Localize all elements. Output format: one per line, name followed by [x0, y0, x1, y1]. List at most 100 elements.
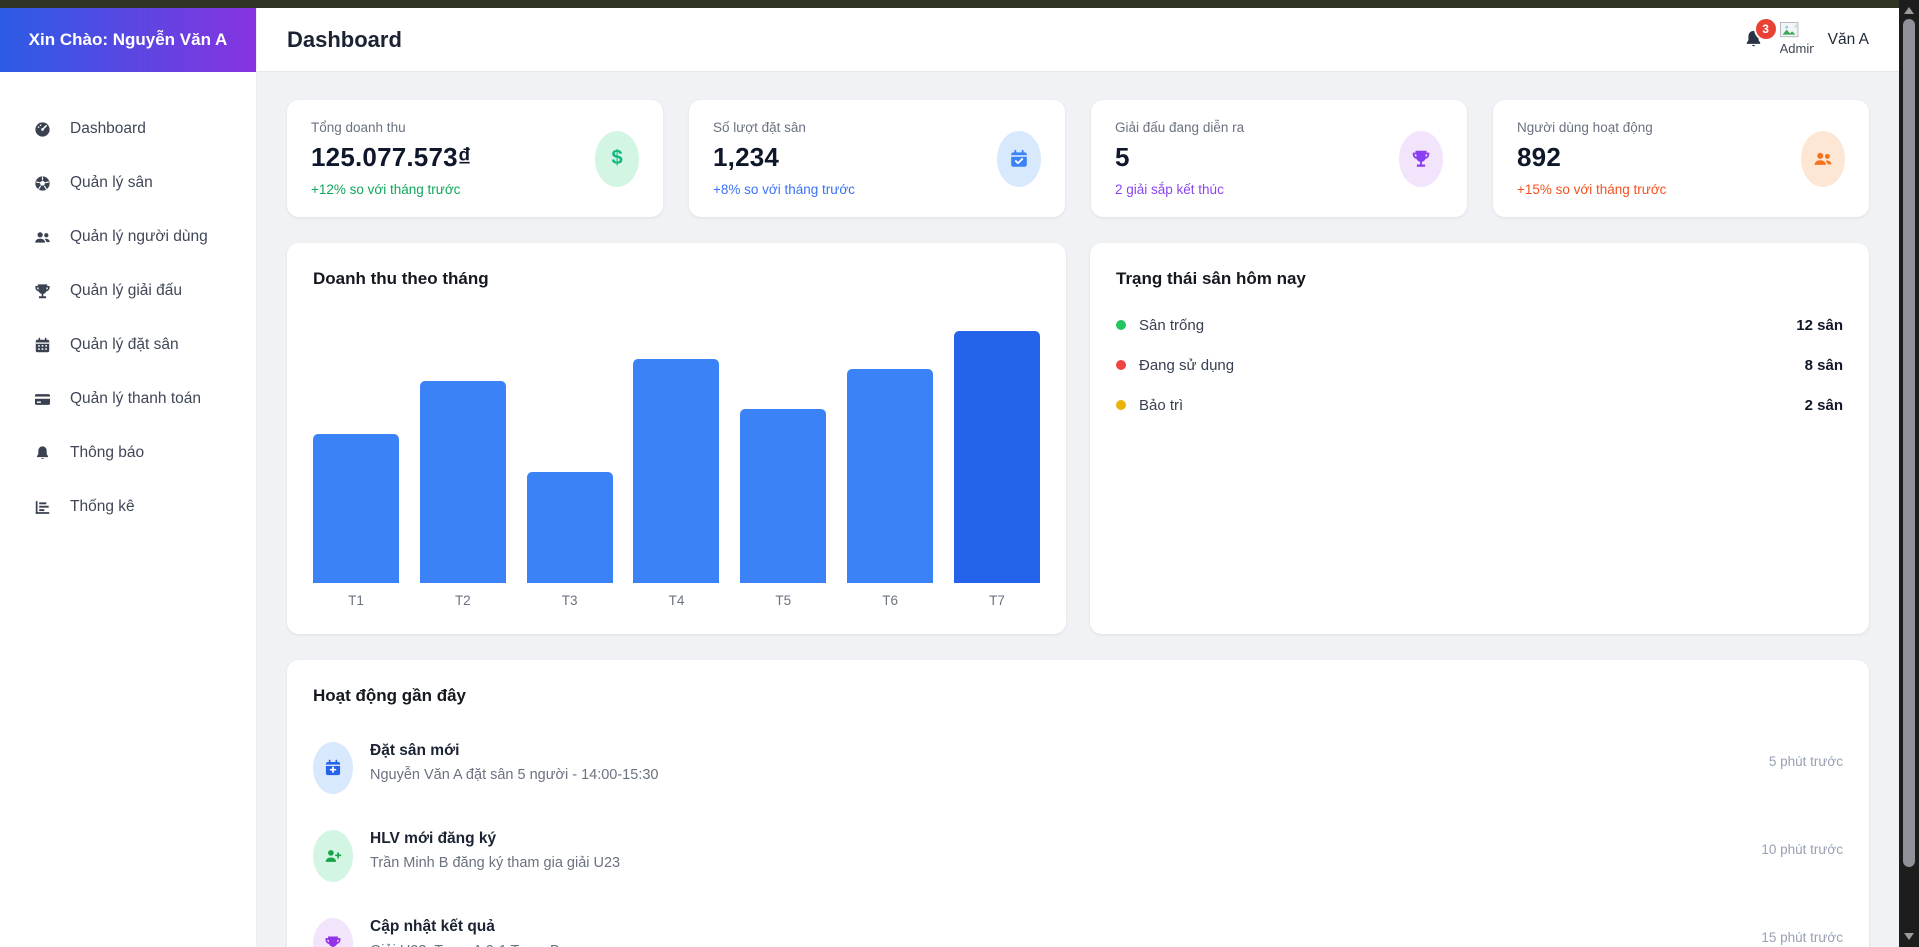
sidebar-item[interactable]: Thông báo: [0, 426, 256, 480]
sidebar-item[interactable]: Quản lý người dùng: [0, 210, 256, 264]
stat-value: 1,234: [713, 142, 855, 173]
topbar: Dashboard 3 Admin Văn A: [257, 8, 1899, 72]
bar-axis-label: T1: [313, 593, 399, 608]
activity-title: Đặt sân mới: [370, 742, 1752, 760]
page-title: Dashboard: [287, 27, 402, 53]
activity-time: 15 phút trước: [1761, 918, 1843, 945]
chart-title: Doanh thu theo tháng: [313, 269, 1040, 289]
bar-axis-label: T4: [633, 593, 719, 608]
sidebar-item[interactable]: Thống kê: [0, 480, 256, 534]
bar-chart: [313, 331, 1040, 583]
avatar-alt-text: Admin: [1780, 41, 1814, 56]
status-dot-icon: [1116, 400, 1126, 410]
bar-axis-label: T6: [847, 593, 933, 608]
status-value: 8 sân: [1805, 357, 1843, 374]
stat-delta: 2 giải sắp kết thúc: [1115, 182, 1244, 197]
users-icon: [32, 227, 52, 247]
topbar-right: 3 Admin Văn A: [1742, 22, 1869, 58]
stat-card-text: Người dùng hoạt động 892 +15% so với tháng…: [1517, 120, 1666, 197]
recent-activity-card: Hoạt động gần đây Đặt sân mớiNguyễn Văn …: [287, 660, 1869, 947]
stat-card-text: Tổng doanh thu 125.077.573₫ +12% so với th…: [311, 120, 471, 197]
stat-value: 892: [1517, 142, 1666, 173]
bar-T2: [420, 381, 506, 583]
bar-T3: [527, 472, 613, 583]
status-value: 2 sân: [1805, 397, 1843, 414]
notification-badge: 3: [1756, 19, 1776, 39]
sidebar: Xin Chào: Nguyễn Văn A Dashboard Quản lý …: [0, 8, 257, 947]
avatar[interactable]: Admin: [1780, 22, 1814, 58]
sidebar-item-label: Quản lý đặt sân: [70, 336, 179, 354]
scrollbar-thumb[interactable]: [1903, 19, 1915, 867]
activity-title: HLV mới đăng ký: [370, 830, 1744, 848]
stat-delta: +12% so với tháng trước: [311, 182, 471, 197]
notifications-button[interactable]: 3: [1742, 28, 1766, 52]
sidebar-item[interactable]: Quản lý giải đấu: [0, 264, 256, 318]
activity-item: HLV mới đăng ký Trần Minh B đăng ký tham …: [313, 830, 1843, 882]
activity-title: Cập nhật kết quả: [370, 918, 1744, 936]
bar-chart-icon: [32, 497, 52, 517]
stat-card-text: Giải đấu đang diễn ra52 giải sắp kết thú…: [1115, 120, 1244, 197]
trophy-icon: [1399, 131, 1443, 187]
stat-label: Tổng doanh thu: [311, 120, 471, 135]
scrollbar[interactable]: [1899, 0, 1919, 947]
stat-card: Người dùng hoạt động 892 +15% so với tháng…: [1493, 100, 1869, 217]
stat-card-text: Số lượt đặt sân1,234+8% so với tháng trư…: [713, 120, 855, 197]
status-dot-icon: [1116, 360, 1126, 370]
scroll-up-arrow-icon[interactable]: [1904, 7, 1914, 14]
activity-text: Đặt sân mớiNguyễn Văn A đặt sân 5 người …: [370, 742, 1752, 783]
activity-time: 10 phút trước: [1761, 830, 1843, 857]
recent-activity-title: Hoạt động gần đây: [313, 686, 1843, 706]
app-window: Xin Chào: Nguyễn Văn A Dashboard Quản lý …: [0, 8, 1899, 947]
sidebar-item[interactable]: Dashboard: [0, 102, 256, 156]
sidebar-item-label: Thống kê: [70, 498, 135, 516]
bar-chart-labels: T1T2T3T4T5T6T7: [313, 593, 1040, 608]
bar-T7: [954, 331, 1040, 583]
credit-card-icon: [32, 389, 52, 409]
stat-card: Tổng doanh thu 125.077.573₫ +12% so với th…: [287, 100, 663, 217]
sidebar-item-label: Dashboard: [70, 120, 146, 138]
court-status-card: Trạng thái sân hôm nay Sân trống12 sânĐa…: [1090, 243, 1869, 634]
bell-icon: [32, 443, 52, 463]
court-status-row: Đang sử dụng8 sân: [1116, 345, 1843, 385]
court-status-row: Bảo trì2 sân: [1116, 385, 1843, 425]
stat-label: Người dùng hoạt động: [1517, 120, 1666, 135]
dashboard-content: Tổng doanh thu 125.077.573₫ +12% so với th…: [257, 72, 1899, 947]
bar-T1: [313, 434, 399, 583]
status-label: Bảo trì: [1139, 397, 1805, 414]
dollar-icon: $: [595, 131, 639, 187]
trophy-icon: [32, 281, 52, 301]
main-area: Dashboard 3 Admin Văn A: [257, 8, 1899, 947]
court-status-title: Trạng thái sân hôm nay: [1116, 269, 1843, 289]
sidebar-item-label: Quản lý người dùng: [70, 228, 208, 246]
sidebar-item[interactable]: Quản lý thanh toán: [0, 372, 256, 426]
scroll-down-arrow-icon[interactable]: [1904, 933, 1914, 940]
stat-value: 125.077.573₫: [311, 142, 471, 173]
sidebar-item-label: Quản lý thanh toán: [70, 390, 201, 408]
stat-card: Số lượt đặt sân1,234+8% so với tháng trư…: [689, 100, 1065, 217]
stat-value: 5: [1115, 142, 1244, 173]
bar-axis-label: T5: [740, 593, 826, 608]
sidebar-nav: Dashboard Quản lý sân Quản lý người dùng Qu…: [0, 72, 256, 534]
court-status-row: Sân trống12 sân: [1116, 305, 1843, 345]
sidebar-item-label: Quản lý giải đấu: [70, 282, 182, 300]
court-status-list: Sân trống12 sânĐang sử dụng8 sânBảo trì2…: [1116, 305, 1843, 425]
activity-description: Trần Minh B đăng ký tham gia giải U23: [370, 855, 1744, 871]
status-dot-icon: [1116, 320, 1126, 330]
calendar-plus-icon: [313, 742, 353, 794]
sidebar-item-label: Thông báo: [70, 444, 144, 462]
trophy-icon: [313, 918, 353, 947]
bar-T4: [633, 359, 719, 583]
activity-item: Cập nhật kết quả Giải U23: Team A 2-1 Tea…: [313, 918, 1843, 947]
sidebar-item[interactable]: Quản lý đặt sân: [0, 318, 256, 372]
bar-axis-label: T7: [954, 593, 1040, 608]
calendar-icon: [32, 335, 52, 355]
users-icon: [1801, 131, 1845, 187]
stat-label: Số lượt đặt sân: [713, 120, 855, 135]
sidebar-greeting: Xin Chào: Nguyễn Văn A: [0, 8, 256, 72]
gauge-icon: [32, 119, 52, 139]
stat-card: Giải đấu đang diễn ra52 giải sắp kết thú…: [1091, 100, 1467, 217]
sidebar-item[interactable]: Quản lý sân: [0, 156, 256, 210]
activity-description: Giải U23: Team A 2-1 Team B: [370, 943, 1744, 947]
stat-delta: +15% so với tháng trước: [1517, 182, 1666, 197]
user-plus-icon: [313, 830, 353, 882]
